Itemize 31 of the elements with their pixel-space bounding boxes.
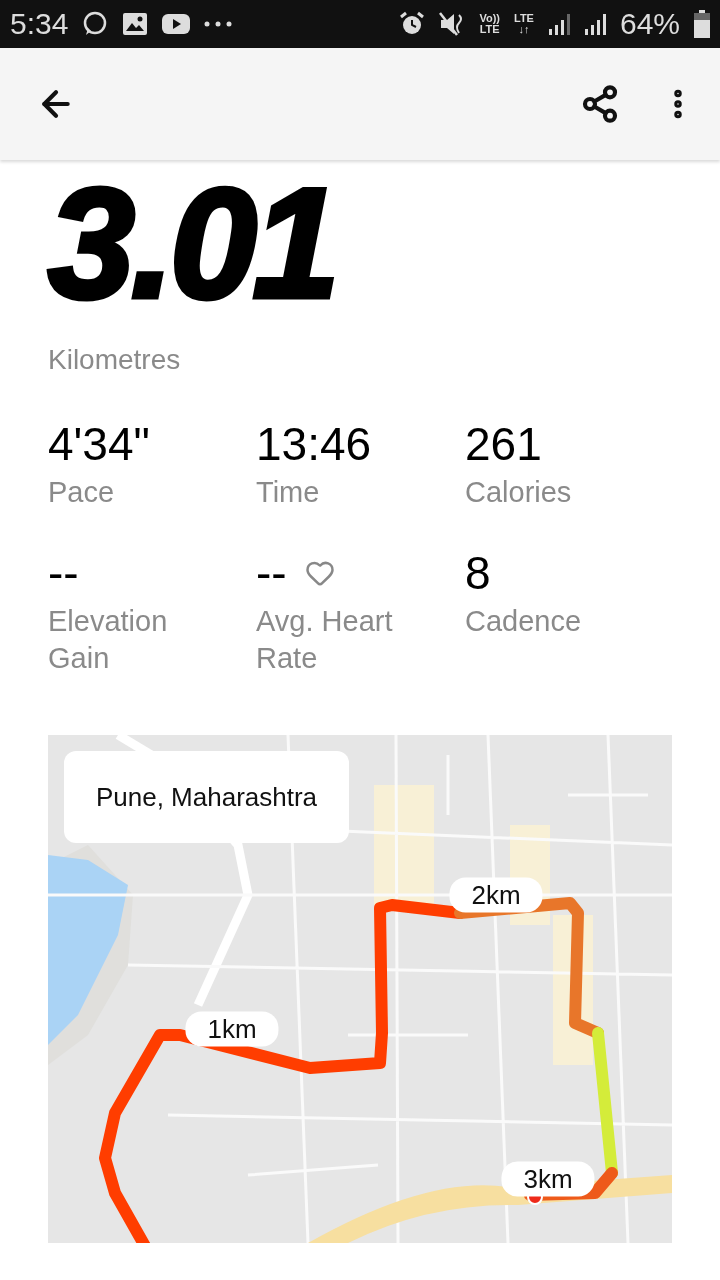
signal-icon [583, 13, 606, 35]
stat-value: 261 [465, 417, 542, 471]
distance-unit: Kilometres [48, 344, 181, 376]
stat-label: Calories [465, 475, 573, 510]
stat-value: -- [48, 546, 79, 600]
alarm-icon [399, 11, 426, 37]
play-icon [162, 14, 191, 34]
share-icon[interactable] [580, 84, 620, 124]
stat-label: Pace [48, 475, 116, 510]
image-icon [122, 12, 149, 36]
stat-value: 8 [465, 546, 491, 600]
distance-marker: 3km [501, 1161, 595, 1197]
stat-value: -- [256, 546, 287, 600]
stat-value: 4'34" [48, 417, 150, 471]
stat-label: Avg. Heart Rate [256, 604, 394, 676]
stat-label: Cadence [465, 604, 583, 639]
status-time: 5:34 [10, 7, 69, 41]
network-indicator: Vo)) LTE [479, 13, 500, 35]
more-icon [204, 21, 233, 27]
stat-value: 13:46 [256, 417, 372, 471]
distance-marker: 1km [185, 1011, 279, 1047]
distance-value: 3.01 [48, 168, 336, 318]
network-indicator: LTE ↓↑ [514, 13, 534, 35]
location-label: Pune, Maharashtra [64, 751, 349, 843]
stat-label: Time [256, 475, 321, 510]
stat-label: Elevation Gain [48, 604, 169, 676]
distance-marker: 2km [449, 877, 543, 913]
battery-percent: 64% [619, 7, 680, 41]
chat-icon [82, 11, 109, 37]
battery-icon [694, 10, 710, 38]
signal-icon [547, 13, 570, 35]
